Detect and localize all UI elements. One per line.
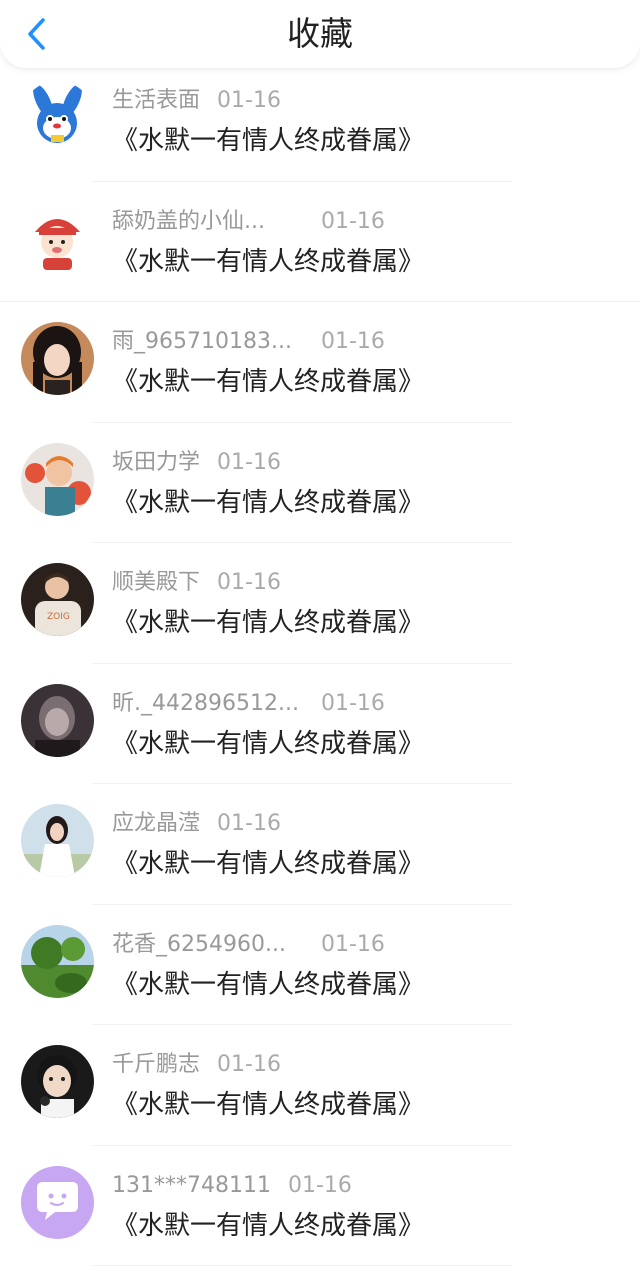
favorite-list-item[interactable]: 舔奶盖的小仙... 01-16 《水默一有情人终成眷属》: [0, 182, 640, 302]
favorite-title: 《水默一有情人终成眷属》: [112, 367, 425, 397]
item-meta: 花香_6254960... 01-16: [112, 930, 385, 960]
favorite-title: 《水默一有情人终成眷属》: [112, 487, 425, 518]
date-label: 01-16: [217, 1052, 281, 1077]
item-meta: 坂田力学 01-16: [112, 448, 281, 478]
favorite-title: 《水默一有情人终成眷属》: [112, 1210, 425, 1241]
avatar[interactable]: [21, 924, 94, 998]
favorite-list-item[interactable]: 昕._442896512... 01-16 《水默一有情人终成眷属》: [0, 664, 640, 784]
nickname: 坂田力学: [112, 449, 201, 475]
top-nav-bar: 收藏: [0, 0, 640, 68]
favorite-title: 《水默一有情人终成眷属》: [112, 849, 425, 879]
item-meta: 生活表面 01-16: [112, 86, 281, 116]
date-label: 01-16: [217, 811, 281, 836]
date-label: 01-16: [321, 931, 385, 957]
nickname: 顺美殿下: [112, 570, 201, 595]
nickname: 雨_965710183...: [112, 329, 292, 354]
chat-bubble-icon: [21, 1165, 94, 1239]
favorite-list-item[interactable]: ZOIG 顺美殿下 01-16 《水默一有情人终成眷属》: [0, 543, 640, 664]
date-label: 01-16: [217, 449, 281, 475]
avatar[interactable]: [21, 1165, 94, 1239]
favorite-title: 《水默一有情人终成眷属》: [112, 246, 425, 277]
date-label: 01-16: [321, 690, 385, 716]
nickname: 生活表面: [112, 88, 201, 113]
date-label: 01-16: [217, 88, 281, 113]
favorite-title: 《水默一有情人终成眷属》: [112, 608, 425, 638]
avatar[interactable]: [21, 1045, 94, 1118]
item-meta: 131***748111 01-16: [112, 1171, 352, 1201]
favorites-page: 收藏 生活表面 01-16 《水默一有情人终成眷属》 舔奶盖的小仙... 01-…: [0, 0, 640, 1278]
date-label: 01-16: [321, 329, 385, 354]
item-meta: 雨_965710183... 01-16: [112, 327, 385, 357]
favorite-title: 《水默一有情人终成眷属》: [112, 1090, 425, 1120]
favorite-list-item[interactable]: 花香_6254960... 01-16 《水默一有情人终成眷属》: [0, 905, 640, 1025]
favorite-title: 《水默一有情人终成眷属》: [112, 126, 425, 156]
avatar[interactable]: [21, 804, 94, 877]
avatar[interactable]: ZOIG: [21, 563, 94, 636]
svg-text:ZOIG: ZOIG: [47, 612, 70, 622]
nickname: 应龙晶滢: [112, 811, 201, 836]
avatar[interactable]: [21, 322, 94, 395]
item-meta: 顺美殿下 01-16: [112, 568, 281, 598]
avatar[interactable]: [21, 81, 94, 154]
divider: [92, 1265, 512, 1266]
favorite-list-item[interactable]: 应龙晶滢 01-16 《水默一有情人终成眷属》: [0, 784, 640, 905]
favorite-list-item[interactable]: 雨_965710183... 01-16 《水默一有情人终成眷属》: [0, 302, 640, 423]
page-title: 收藏: [287, 14, 353, 53]
avatar[interactable]: [21, 201, 94, 275]
date-label: 01-16: [217, 570, 281, 595]
date-label: 01-16: [321, 208, 385, 234]
favorite-list-item[interactable]: 千斤鹏志 01-16 《水默一有情人终成眷属》: [0, 1025, 640, 1146]
favorites-list: 生活表面 01-16 《水默一有情人终成眷属》 舔奶盖的小仙... 01-16 …: [0, 61, 640, 1266]
avatar[interactable]: [21, 442, 94, 516]
item-meta: 千斤鹏志 01-16: [112, 1050, 281, 1080]
nickname: 昕._442896512...: [112, 690, 299, 716]
favorite-list-item[interactable]: 坂田力学 01-16 《水默一有情人终成眷属》: [0, 423, 640, 543]
item-meta: 舔奶盖的小仙... 01-16: [112, 207, 385, 237]
favorite-title: 《水默一有情人终成眷属》: [112, 969, 425, 1000]
item-meta: 应龙晶滢 01-16: [112, 809, 281, 839]
item-meta: 昕._442896512... 01-16: [112, 689, 385, 719]
favorite-title: 《水默一有情人终成眷属》: [112, 728, 425, 759]
avatar[interactable]: [21, 683, 94, 757]
date-label: 01-16: [287, 1172, 352, 1198]
nickname: 千斤鹏志: [112, 1052, 201, 1077]
nickname: 花香_6254960...: [112, 931, 286, 957]
favorite-list-item[interactable]: 131***748111 01-16 《水默一有情人终成眷属》: [0, 1146, 640, 1266]
favorite-list-item[interactable]: 生活表面 01-16 《水默一有情人终成眷属》: [0, 61, 640, 182]
nickname: 舔奶盖的小仙...: [112, 208, 265, 234]
nickname: 131***748111: [112, 1172, 271, 1198]
